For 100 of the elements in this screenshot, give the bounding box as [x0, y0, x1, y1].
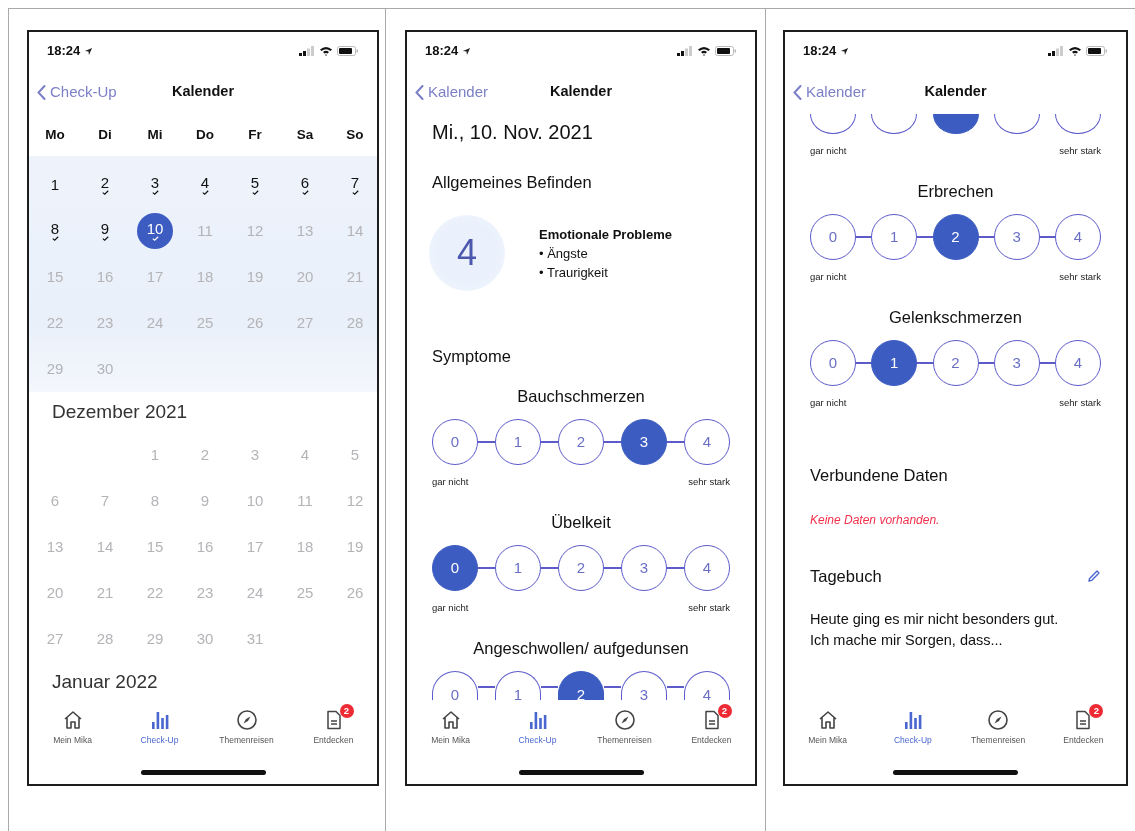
rating-option[interactable]: [810, 114, 856, 134]
rating-option[interactable]: [932, 114, 979, 134]
rating-option[interactable]: [871, 114, 918, 134]
section-heading: Allgemeines Befinden: [432, 172, 593, 193]
calendar-day[interactable]: 1: [37, 167, 73, 203]
tab-item[interactable]: Themenreisen: [581, 700, 668, 760]
calendar-day[interactable]: 9: [87, 213, 123, 249]
calendar-day[interactable]: 3: [137, 167, 173, 203]
rating-option[interactable]: 2: [558, 419, 604, 465]
scale-max-label: sehr stark: [688, 601, 730, 615]
rating-option[interactable]: 3: [621, 419, 667, 465]
weekday-label: Di: [98, 125, 112, 144]
rating-option[interactable]: [1055, 114, 1101, 134]
section-heading: Tagebuch: [810, 566, 882, 587]
rating-option[interactable]: 4: [684, 545, 730, 591]
notification-badge: 2: [717, 704, 732, 718]
rating-option[interactable]: 4: [1055, 340, 1101, 386]
chevron-left-icon: [37, 84, 46, 100]
chevron-left-icon: [793, 84, 802, 100]
back-button[interactable]: Check-Up: [29, 80, 117, 104]
rating-option[interactable]: 1: [495, 671, 541, 700]
rating-option[interactable]: 4: [1055, 214, 1101, 260]
screen-title: Kalender: [924, 82, 987, 102]
rating-option[interactable]: 1: [871, 340, 918, 386]
rating-option[interactable]: [993, 114, 1040, 134]
rating-option[interactable]: 4: [684, 671, 730, 700]
scale-min-label: gar nicht: [432, 601, 469, 615]
weekday-label: Sa: [296, 125, 314, 144]
rating-option[interactable]: 3: [621, 545, 667, 591]
symptom-title: Angeschwollen/ aufgedunsen: [472, 638, 690, 659]
compass-icon: [987, 709, 1010, 731]
rating-option[interactable]: 0: [432, 419, 478, 465]
scale-max-label: sehr stark: [1059, 144, 1101, 158]
rating-option[interactable]: 2: [932, 214, 979, 260]
calendar-day[interactable]: 8: [37, 213, 73, 249]
weekday-label: Do: [196, 125, 214, 144]
wifi-icon: [697, 46, 711, 56]
tab-item[interactable]: 2 Entdecken: [668, 700, 755, 760]
wifi-icon: [319, 46, 333, 56]
calendar-day[interactable]: 2: [87, 167, 123, 203]
rating-option[interactable]: 4: [684, 419, 730, 465]
scale-max-label: sehr stark: [688, 475, 730, 489]
battery-icon: [1086, 46, 1108, 56]
tab-item[interactable]: Themenreisen: [955, 700, 1041, 760]
weekday-label: Mo: [45, 125, 65, 144]
section-heading: Symptome: [432, 346, 512, 367]
empty-notice: Keine Daten vorhanden.: [810, 513, 941, 527]
tab-item[interactable]: Mein Mika: [407, 700, 494, 760]
calendar-day[interactable]: 10: [137, 213, 173, 249]
calendar-day[interactable]: 4: [187, 167, 223, 203]
rating-option[interactable]: 2: [558, 671, 604, 700]
rating-option[interactable]: 1: [495, 545, 541, 591]
location-arrow-icon: [84, 46, 94, 56]
score-circle: 4: [429, 215, 505, 291]
screen-title: Kalender: [171, 82, 235, 102]
rating-option[interactable]: 0: [810, 214, 856, 260]
rating-option[interactable]: 3: [621, 671, 667, 700]
screen-title: Kalender: [549, 82, 613, 102]
compass-icon: [235, 709, 258, 731]
tab-item[interactable]: Check-Up: [494, 700, 581, 760]
scale-min-label: gar nicht: [810, 270, 847, 284]
signal-icon: [1048, 46, 1064, 56]
back-button[interactable]: Kalender: [785, 80, 867, 104]
status-time: 18:24: [803, 42, 837, 61]
rating-option[interactable]: 0: [432, 545, 478, 591]
rating-option[interactable]: 2: [558, 545, 604, 591]
calendar-day[interactable]: 6: [287, 167, 323, 203]
scale-min-label: gar nicht: [810, 144, 847, 158]
symptom-title: Übelkeit: [550, 512, 612, 533]
rating-option[interactable]: 0: [432, 671, 478, 700]
scale-min-label: gar nicht: [432, 475, 469, 489]
calendar-day[interactable]: 5: [237, 167, 273, 203]
rating-option[interactable]: 1: [871, 214, 918, 260]
status-time: 18:24: [47, 42, 81, 61]
tab-item[interactable]: Check-Up: [870, 700, 956, 760]
calendar-day[interactable]: 7: [337, 167, 373, 203]
tab-item[interactable]: Mein Mika: [29, 700, 116, 760]
wifi-icon: [1068, 46, 1082, 56]
symptom-title: Bauchschmerzen: [516, 386, 646, 407]
tab-item[interactable]: Mein Mika: [785, 700, 871, 760]
rating-option[interactable]: 3: [993, 214, 1040, 260]
battery-icon: [715, 46, 737, 56]
tab-item[interactable]: 2 Entdecken: [1040, 700, 1126, 760]
tab-item[interactable]: Themenreisen: [203, 700, 290, 760]
rating-option[interactable]: 3: [993, 340, 1040, 386]
weekday-label: Mi: [147, 125, 163, 144]
weekday-label: So: [346, 125, 364, 144]
rating-option[interactable]: 0: [810, 340, 856, 386]
wellbeing-item: • Traurigkeit: [539, 263, 609, 282]
rating-option[interactable]: 2: [932, 340, 979, 386]
wellbeing-title: Emotionale Probleme: [539, 225, 672, 244]
pencil-icon[interactable]: [1087, 569, 1101, 583]
rating-option[interactable]: 1: [495, 419, 541, 465]
compass-icon: [613, 709, 636, 731]
location-arrow-icon: [840, 46, 850, 56]
wellbeing-item: • Ängste: [539, 244, 589, 263]
tab-item[interactable]: 2 Entdecken: [290, 700, 377, 760]
tab-item[interactable]: Check-Up: [116, 700, 203, 760]
back-button[interactable]: Kalender: [407, 80, 489, 104]
chevron-left-icon: [415, 84, 424, 100]
